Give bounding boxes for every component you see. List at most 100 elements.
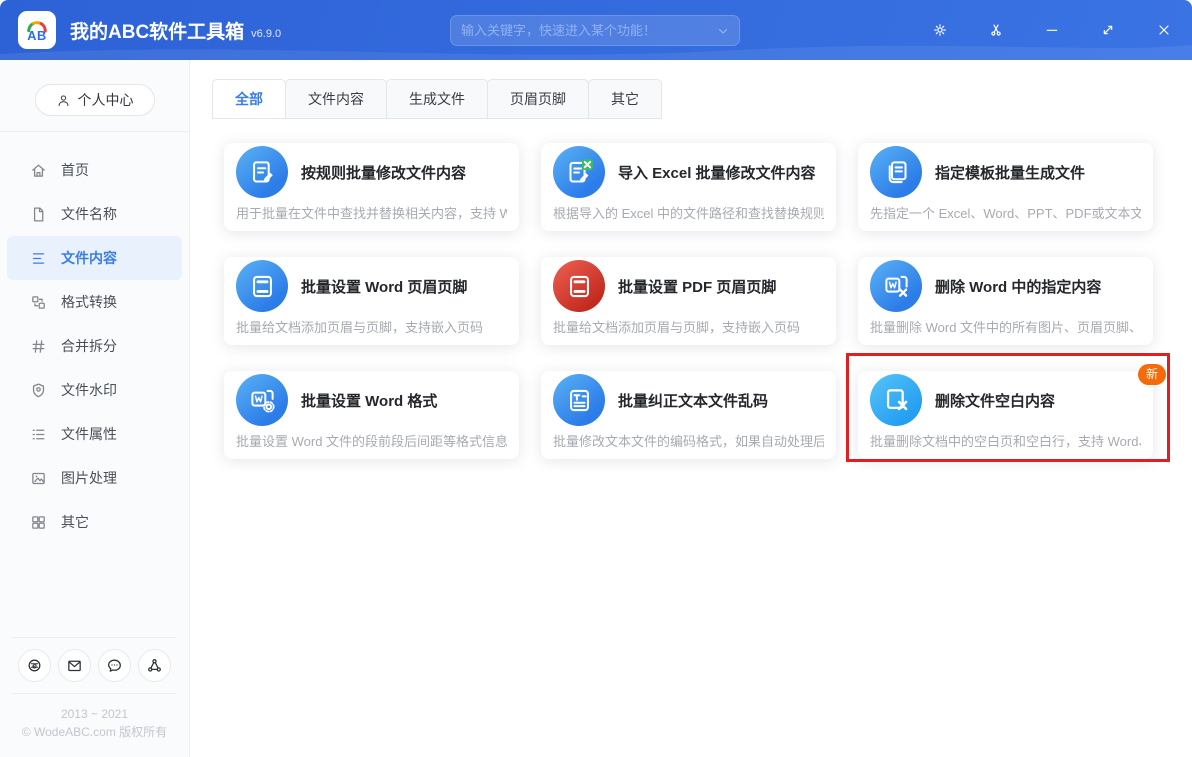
card-description: 用于批量在文件中查找并替换相关内容，支持 Word	[236, 203, 507, 222]
card-description: 批量修改文本文件的编码格式，如果自动处理后，还	[553, 431, 824, 450]
settings-icon[interactable]	[912, 0, 968, 60]
feature-card[interactable]: 按规则批量修改文件内容 用于批量在文件中查找并替换相关内容，支持 Word	[224, 143, 519, 231]
watermark-icon	[30, 382, 47, 399]
search-box[interactable]	[450, 15, 740, 46]
svg-text:e: e	[32, 660, 37, 670]
header-footer-icon	[236, 260, 288, 312]
sidebar-item-label: 文件属性	[61, 424, 117, 444]
card-description: 批量删除文档中的空白页和空白行，支持 Word、E	[870, 431, 1141, 450]
person-icon	[56, 93, 71, 108]
card-header: 批量设置 PDF 页眉页脚	[541, 257, 836, 312]
blank-delete-icon	[870, 374, 922, 426]
sidebar-item-label: 首页	[61, 160, 89, 180]
sidebar-item-label: 文件水印	[61, 380, 117, 400]
profile-label: 个人中心	[78, 90, 134, 110]
sidebar-item-label: 文件名称	[61, 204, 117, 224]
minimize-icon[interactable]	[1024, 0, 1080, 60]
card-title: 指定模板批量生成文件	[935, 162, 1085, 183]
word-delete-icon	[870, 260, 922, 312]
feature-card[interactable]: 批量设置 Word 页眉页脚 批量给文档添加页眉与页脚，支持嵌入页码	[224, 257, 519, 345]
feature-card[interactable]: 删除 Word 中的指定内容 批量删除 Word 文件中的所有图片、页眉页脚、超…	[858, 257, 1153, 345]
sidebar-item[interactable]: 文件属性	[0, 412, 189, 456]
feature-card[interactable]: 指定模板批量生成文件 先指定一个 Excel、Word、PPT、PDF或文本文件…	[858, 143, 1153, 231]
card-title: 删除文件空白内容	[935, 390, 1055, 411]
card-title: 导入 Excel 批量修改文件内容	[618, 162, 816, 183]
tab[interactable]: 文件内容	[285, 79, 387, 119]
feature-card[interactable]: 批量设置 PDF 页眉页脚 批量给文档添加页眉与页脚，支持嵌入页码	[541, 257, 836, 345]
home-icon	[30, 162, 47, 179]
sidebar-item[interactable]: 图片处理	[0, 456, 189, 500]
tab[interactable]: 生成文件	[386, 79, 488, 119]
window-controls	[912, 0, 1192, 60]
feature-card[interactable]: 批量纠正文本文件乱码 批量修改文本文件的编码格式，如果自动处理后，还	[541, 371, 836, 459]
mail-icon[interactable]	[58, 649, 91, 682]
card-header: 批量设置 Word 页眉页脚	[224, 257, 519, 312]
resize-icon[interactable]	[1080, 0, 1136, 60]
share-icon[interactable]	[138, 649, 171, 682]
card-title: 批量设置 PDF 页眉页脚	[618, 276, 776, 297]
close-icon[interactable]	[1136, 0, 1192, 60]
card-description: 批量给文档添加页眉与页脚，支持嵌入页码	[236, 317, 507, 336]
title-bar: A B 我的ABC软件工具箱 v6.9.0	[0, 0, 1192, 60]
sidebar-item[interactable]: 文件名称	[0, 192, 189, 236]
app-version: v6.9.0	[251, 28, 281, 40]
other-icon	[30, 514, 47, 531]
card-title: 按规则批量修改文件内容	[301, 162, 466, 183]
sidebar-item[interactable]: 文件内容	[7, 236, 182, 280]
card-description: 根据导入的 Excel 中的文件路径和查找替换规则来批	[553, 203, 824, 222]
text-encoding-icon	[553, 374, 605, 426]
card-header: 批量设置 Word 格式	[224, 371, 519, 426]
svg-text:A: A	[27, 28, 36, 43]
app-title: 我的ABC软件工具箱	[70, 17, 244, 44]
card-description: 批量设置 Word 文件的段前段后间距等格式信息	[236, 431, 507, 450]
sidebar-nav: 首页 文件名称 文件内容 格式转换	[0, 148, 189, 544]
app-window: A B 我的ABC软件工具箱 v6.9.0	[0, 0, 1192, 757]
tab[interactable]: 页眉页脚	[487, 79, 589, 119]
doc-edit-excel-icon	[553, 146, 605, 198]
main-content: 全部 文件内容 生成文件 页眉页脚 其它 按规则批量修改文件内容 用于批量在文	[190, 60, 1192, 757]
word-format-icon	[236, 374, 288, 426]
card-header: 指定模板批量生成文件	[858, 143, 1153, 198]
tab[interactable]: 全部	[212, 79, 286, 119]
image-icon	[30, 470, 47, 487]
sidebar-item[interactable]: 文件水印	[0, 368, 189, 412]
feature-grid: 按规则批量修改文件内容 用于批量在文件中查找并替换相关内容，支持 Word 导入…	[224, 143, 1153, 459]
file-content-icon	[30, 250, 47, 267]
sidebar-item[interactable]: 首页	[0, 148, 189, 192]
sidebar-item-label: 格式转换	[61, 292, 117, 312]
search-input[interactable]	[461, 23, 717, 38]
feature-card[interactable]: 新 删除文件空白内容 批量删除文档中的空白页和空白行，支持 Word、E	[858, 371, 1153, 459]
card-title: 批量纠正文本文件乱码	[618, 390, 768, 411]
profile-button[interactable]: 个人中心	[35, 84, 155, 116]
card-header: 按规则批量修改文件内容	[224, 143, 519, 198]
sidebar-item[interactable]: 其它	[0, 500, 189, 544]
card-header: 删除 Word 中的指定内容	[858, 257, 1153, 312]
tab[interactable]: 其它	[588, 79, 662, 119]
card-header: 批量纠正文本文件乱码	[541, 371, 836, 426]
scissors-icon[interactable]	[968, 0, 1024, 60]
card-description: 批量给文档添加页眉与页脚，支持嵌入页码	[553, 317, 824, 336]
card-title: 批量设置 Word 页眉页脚	[301, 276, 467, 297]
ie-browser-icon[interactable]: e	[18, 649, 51, 682]
format-convert-icon	[30, 294, 47, 311]
sidebar: 个人中心 首页 文件名称 文件内容	[0, 60, 190, 757]
sidebar-item[interactable]: 合并拆分	[0, 324, 189, 368]
feature-card[interactable]: 批量设置 Word 格式 批量设置 Word 文件的段前段后间距等格式信息	[224, 371, 519, 459]
sidebar-divider	[0, 131, 189, 132]
card-header: 删除文件空白内容	[858, 371, 1153, 426]
copyright: 2013 ~ 2021 © WodeABC.com 版权所有	[0, 694, 189, 757]
file-props-icon	[30, 426, 47, 443]
sidebar-item-label: 其它	[61, 512, 89, 532]
copyright-years: 2013 ~ 2021	[0, 705, 189, 723]
feature-card[interactable]: 导入 Excel 批量修改文件内容 根据导入的 Excel 中的文件路径和查找替…	[541, 143, 836, 231]
svg-text:B: B	[37, 28, 46, 43]
category-tabs: 全部 文件内容 生成文件 页眉页脚 其它	[212, 79, 662, 119]
app-logo-icon: A B	[18, 11, 56, 49]
header-footer-icon	[553, 260, 605, 312]
card-header: 导入 Excel 批量修改文件内容	[541, 143, 836, 198]
chat-icon[interactable]	[98, 649, 131, 682]
sidebar-item[interactable]: 格式转换	[0, 280, 189, 324]
sidebar-item-label: 文件内容	[61, 248, 117, 268]
chevron-down-icon[interactable]	[717, 25, 729, 37]
merge-split-icon	[30, 338, 47, 355]
